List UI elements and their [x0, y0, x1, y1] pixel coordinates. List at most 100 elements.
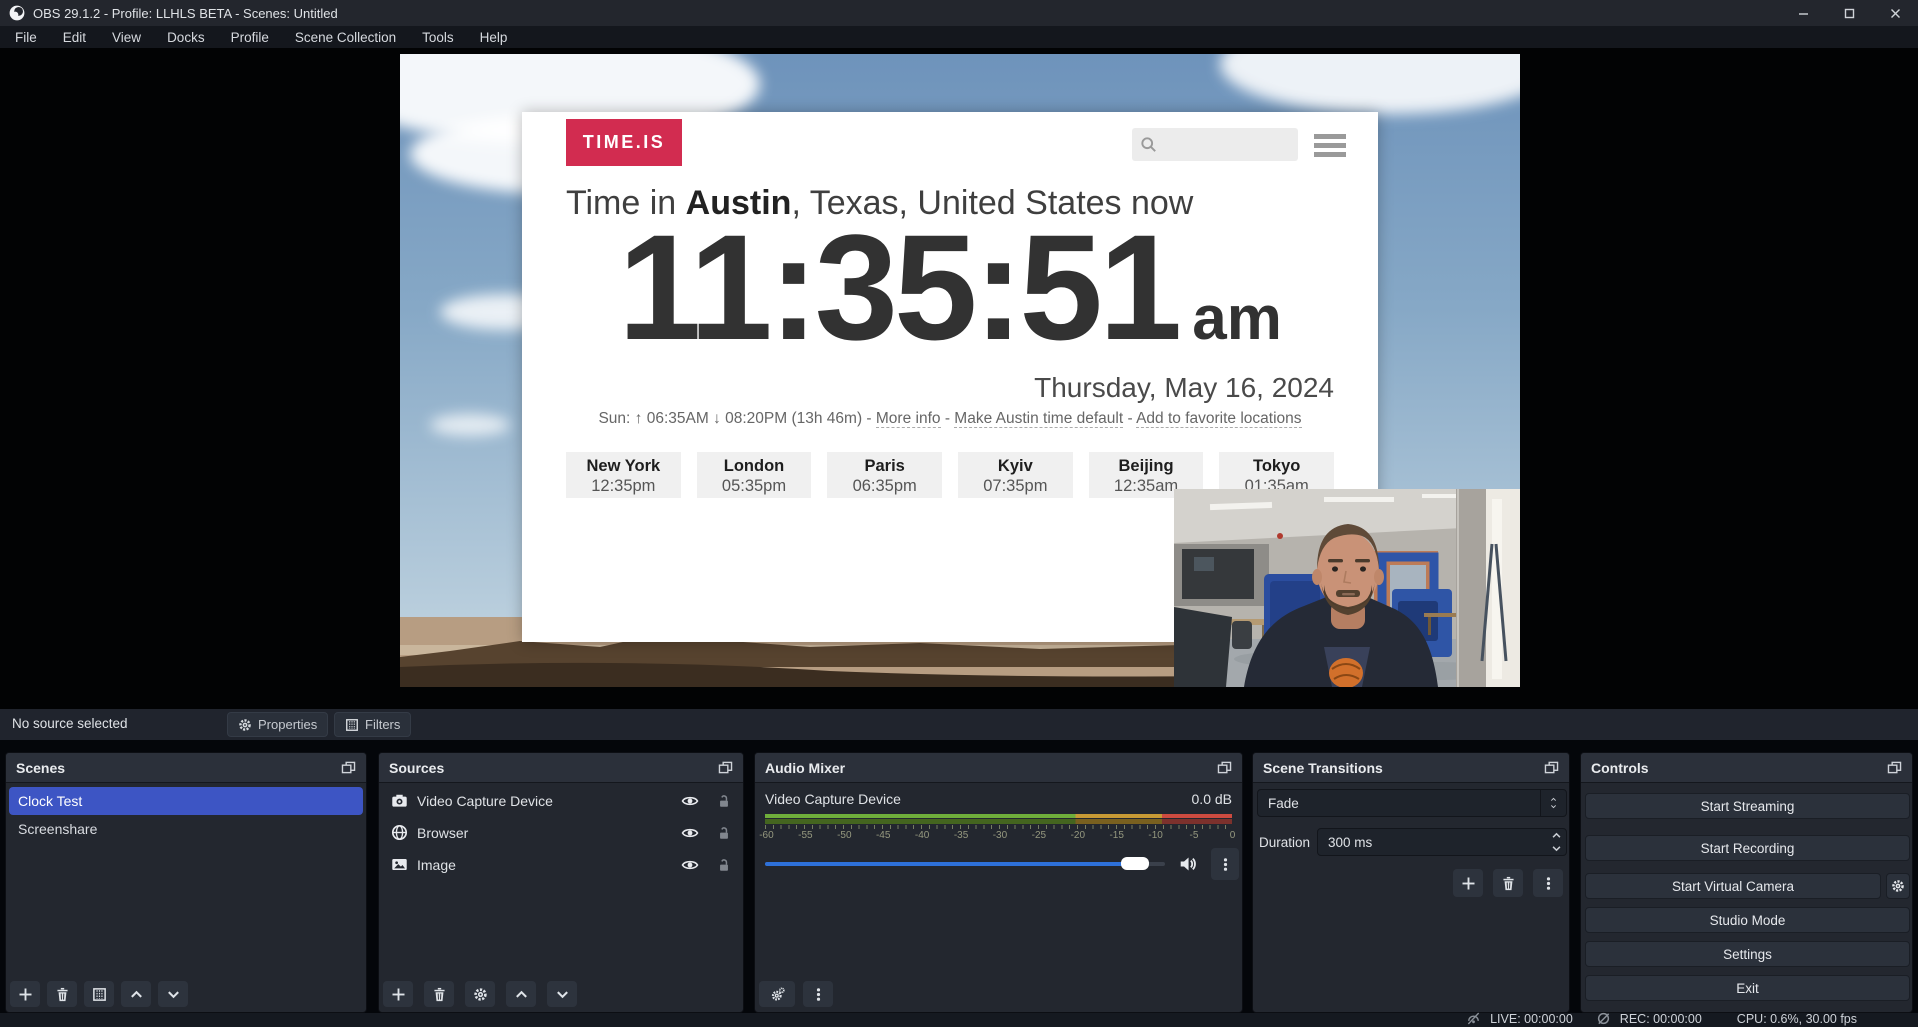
controls-panel: Controls Start Streaming Start Recording… [1580, 752, 1913, 1013]
make-default-link[interactable]: Make Austin time default [954, 410, 1123, 428]
webcam-video-source [1174, 489, 1520, 687]
add-source-button[interactable] [383, 981, 413, 1007]
chevron-up-icon [1549, 796, 1558, 803]
filter-icon [345, 718, 359, 732]
selection-status-text: No source selected [12, 716, 128, 731]
vu-meter [765, 814, 1232, 818]
lock-icon[interactable] [717, 857, 731, 873]
popout-icon[interactable] [1544, 761, 1559, 774]
source-row-image[interactable]: Image [379, 850, 743, 879]
move-scene-up-button[interactable] [121, 981, 151, 1007]
virtual-camera-config-button[interactable] [1886, 873, 1910, 899]
select-chevrons[interactable] [1540, 790, 1566, 816]
source-row-video-capture[interactable]: Video Capture Device [379, 786, 743, 815]
timeis-search-input[interactable] [1132, 128, 1298, 161]
menu-profile[interactable]: Profile [218, 26, 282, 48]
status-bar: LIVE: 00:00:00 REC: 00:00:00 CPU: 0.6%, … [0, 1013, 1918, 1027]
add-transition-button[interactable] [1453, 869, 1483, 897]
source-toolbar: No source selected Properties Filters [0, 709, 1918, 740]
spin-down-icon[interactable] [1551, 843, 1562, 854]
scene-item-screenshare[interactable]: Screenshare [6, 815, 366, 843]
timeis-logo[interactable]: TIME.IS [566, 119, 682, 166]
gear-plus-icon [770, 987, 785, 1002]
transition-select[interactable]: Fade [1257, 789, 1567, 817]
controls-header[interactable]: Controls [1581, 753, 1912, 783]
start-recording-button[interactable]: Start Recording [1585, 835, 1910, 861]
sources-panel-header[interactable]: Sources [379, 753, 743, 783]
add-scene-button[interactable] [10, 981, 40, 1007]
menu-edit[interactable]: Edit [50, 26, 99, 48]
volume-slider-handle[interactable] [1121, 857, 1149, 870]
visibility-eye-icon[interactable] [681, 793, 699, 809]
gear-icon [1891, 879, 1905, 893]
source-row-browser[interactable]: Browser [379, 818, 743, 847]
maximize-button[interactable] [1826, 0, 1872, 26]
menu-view[interactable]: View [99, 26, 154, 48]
menu-file[interactable]: File [2, 26, 50, 48]
visibility-eye-icon[interactable] [681, 857, 699, 873]
kebab-icon [1218, 857, 1233, 872]
move-scene-down-button[interactable] [158, 981, 188, 1007]
globe-icon [391, 824, 408, 841]
start-virtual-camera-button[interactable]: Start Virtual Camera [1585, 873, 1881, 899]
city-box[interactable]: New York12:35pm [566, 452, 681, 498]
scenes-panel-header[interactable]: Scenes [6, 753, 366, 783]
scene-preview[interactable]: TIME.IS Time in Austin, Texas, United St… [400, 54, 1520, 687]
remove-scene-button[interactable] [47, 981, 77, 1007]
audio-mixer-header[interactable]: Audio Mixer [755, 753, 1242, 783]
move-source-down-button[interactable] [547, 981, 577, 1007]
timeis-ampm: am [1192, 283, 1282, 354]
cloud-shape [1220, 54, 1520, 114]
studio-mode-button[interactable]: Studio Mode [1585, 907, 1910, 933]
mixer-menu-button[interactable] [803, 981, 833, 1007]
city-box[interactable]: Paris06:35pm [827, 452, 942, 498]
remove-source-button[interactable] [424, 981, 454, 1007]
scene-item-clock-test[interactable]: Clock Test [9, 787, 363, 815]
exit-button[interactable]: Exit [1585, 975, 1910, 1001]
scene-filters-button[interactable] [84, 981, 114, 1007]
close-button[interactable] [1872, 0, 1918, 26]
lock-icon[interactable] [717, 825, 731, 841]
cpu-fps-stats: CPU: 0.6%, 30.00 fps [1737, 1012, 1857, 1026]
duration-spinbox[interactable]: 300 ms [1317, 828, 1567, 856]
source-properties-button[interactable] [465, 981, 495, 1007]
kebab-icon [811, 987, 826, 1002]
favorite-locations-link[interactable]: Add to favorite locations [1136, 410, 1301, 428]
remove-transition-button[interactable] [1493, 869, 1523, 897]
hamburger-menu-icon[interactable] [1314, 134, 1346, 161]
popout-icon[interactable] [1887, 761, 1902, 774]
rec-timecode: REC: 00:00:00 [1620, 1012, 1702, 1026]
minimize-button[interactable] [1780, 0, 1826, 26]
popout-icon[interactable] [341, 761, 356, 774]
city-box[interactable]: Kyiv07:35pm [958, 452, 1073, 498]
city-box[interactable]: London05:35pm [697, 452, 812, 498]
start-streaming-button[interactable]: Start Streaming [1585, 793, 1910, 819]
spin-up-icon[interactable] [1551, 830, 1562, 841]
menu-help[interactable]: Help [467, 26, 521, 48]
filters-button[interactable]: Filters [334, 712, 411, 737]
visibility-eye-icon[interactable] [681, 825, 699, 841]
menu-tools[interactable]: Tools [409, 26, 467, 48]
more-info-link[interactable]: More info [876, 410, 941, 428]
scene-transitions-header[interactable]: Scene Transitions [1253, 753, 1569, 783]
popout-icon[interactable] [1217, 761, 1232, 774]
advanced-audio-button[interactable] [759, 981, 795, 1007]
settings-button[interactable]: Settings [1585, 941, 1910, 967]
menu-scene-collection[interactable]: Scene Collection [282, 26, 409, 48]
popout-icon[interactable] [718, 761, 733, 774]
mixer-channel-name: Video Capture Device [765, 791, 901, 807]
move-source-up-button[interactable] [506, 981, 536, 1007]
trash-icon [432, 987, 447, 1002]
volume-slider[interactable] [765, 862, 1165, 866]
mixer-level-db: 0.0 dB [1192, 791, 1232, 807]
properties-button[interactable]: Properties [227, 712, 328, 737]
menu-docks[interactable]: Docks [154, 26, 218, 48]
trash-icon [1501, 876, 1516, 891]
transition-menu-button[interactable] [1533, 869, 1563, 897]
chevron-down-icon [166, 987, 181, 1002]
lock-icon[interactable] [717, 793, 731, 809]
window-titlebar[interactable]: OBS 29.1.2 - Profile: LLHLS BETA - Scene… [0, 0, 1918, 26]
speaker-icon[interactable] [1179, 855, 1197, 873]
mixer-channel-menu-button[interactable] [1211, 848, 1239, 880]
cloud-shape [430, 414, 510, 436]
